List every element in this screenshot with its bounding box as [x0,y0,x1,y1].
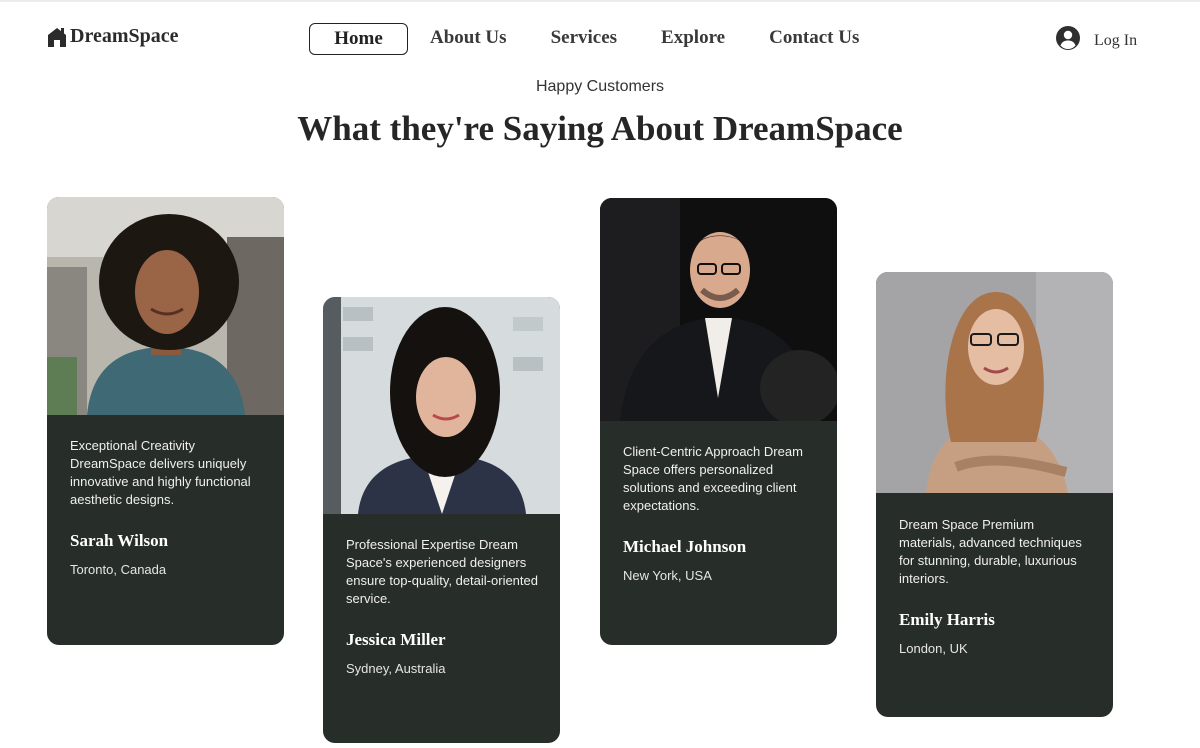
customer-photo [323,297,560,514]
nav-services[interactable]: Services [551,23,617,55]
testimonial-card: Exceptional Creativity DreamSpace delive… [47,197,284,645]
top-border [0,0,1200,2]
customer-photo [600,198,837,421]
testimonial-body: Dream Space Premium materials, advanced … [876,516,1113,656]
nav-about-us[interactable]: About Us [430,23,507,55]
customer-location: New York, USA [623,568,712,583]
main-nav: Home About Us Services Explore Contact U… [309,23,859,55]
testimonial-card: Client-Centric Approach Dream Space offe… [600,198,837,645]
house-icon [47,27,67,47]
section-eyebrow: Happy Customers [535,78,665,95]
login-label: Log In [1094,31,1138,49]
testimonial-quote: Client-Centric Approach Dream Space offe… [623,444,803,513]
testimonial-body: Exceptional Creativity DreamSpace delive… [47,437,284,577]
nav-contact-us[interactable]: Contact Us [769,23,859,55]
login-button[interactable]: Log In [1056,26,1137,55]
testimonial-quote: Dream Space Premium materials, advanced … [899,517,1082,586]
customer-name: Michael Johnson [623,537,747,556]
customer-name: Jessica Miller [346,630,446,649]
customer-name: Sarah Wilson [70,531,169,550]
customer-location: Sydney, Australia [346,661,446,676]
customer-location: Toronto, Canada [70,562,167,577]
nav-explore[interactable]: Explore [661,23,725,55]
user-avatar-icon [1056,26,1080,55]
customer-location: London, UK [899,641,968,656]
brand-logo[interactable]: DreamSpace [47,25,179,48]
customer-name: Emily Harris [899,610,995,629]
testimonial-body: Client-Centric Approach Dream Space offe… [600,443,837,583]
testimonial-body: Professional Expertise Dream Space's exp… [323,536,560,676]
customer-photo [876,272,1113,493]
testimonial-card: Professional Expertise Dream Space's exp… [323,297,560,743]
nav-home[interactable]: Home [309,23,408,55]
section-title: What they're Saying About DreamSpace [297,109,903,148]
testimonial-quote: Professional Expertise Dream Space's exp… [346,537,538,606]
testimonial-quote: Exceptional Creativity DreamSpace delive… [70,438,251,507]
customer-photo [47,197,284,415]
testimonial-card: Dream Space Premium materials, advanced … [876,272,1113,717]
brand-name: DreamSpace [70,25,179,47]
